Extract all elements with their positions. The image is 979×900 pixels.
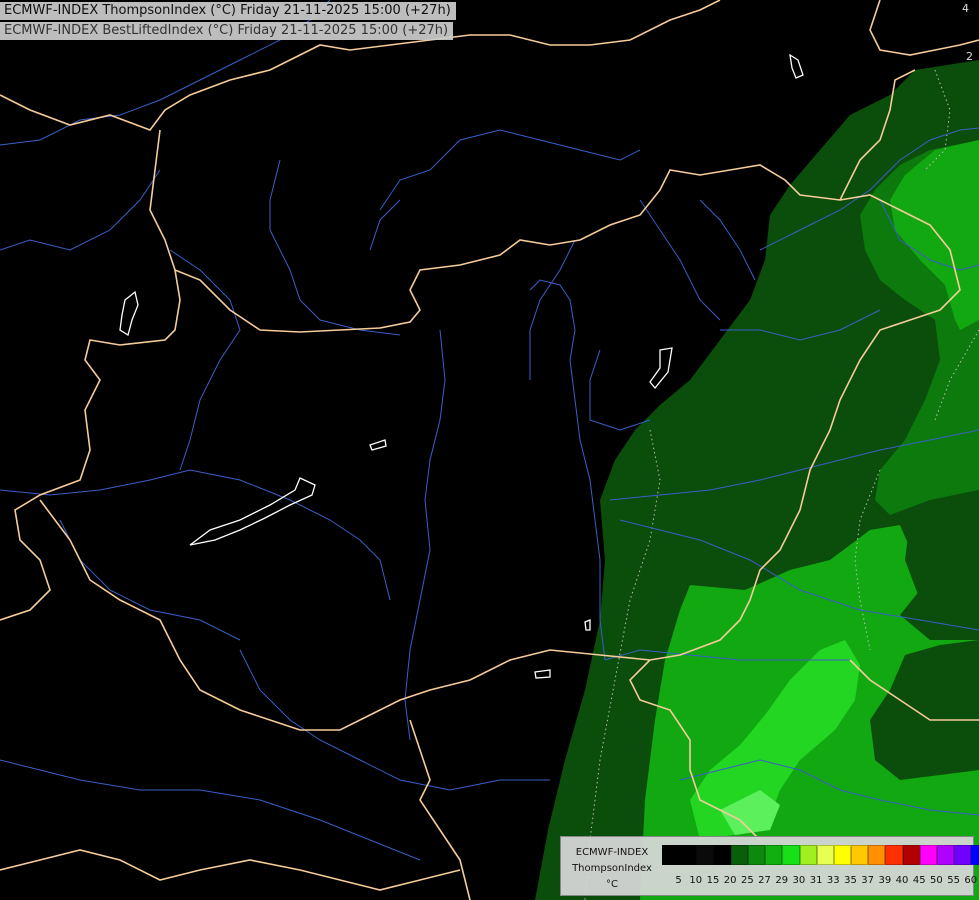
legend-swatch xyxy=(919,845,937,865)
legend-tick-label: 37 xyxy=(861,875,875,886)
legend-tick-label: 10 xyxy=(689,875,703,886)
legend-tick-label: 31 xyxy=(809,875,823,886)
legend-variable-name: ThompsonIndex xyxy=(572,863,652,874)
legend-swatch xyxy=(730,845,748,865)
legend-tick-label: 30 xyxy=(792,875,806,886)
legend-unit: °C xyxy=(606,879,618,890)
legend-swatch xyxy=(868,845,886,865)
legend-tick-label: 5 xyxy=(675,875,682,886)
legend-tick-label: 27 xyxy=(758,875,771,886)
legend-swatch xyxy=(954,845,972,865)
legend-model-name: ECMWF-INDEX xyxy=(575,847,649,858)
weather-map: 4 2 xyxy=(0,0,979,900)
legend-swatch xyxy=(971,845,979,865)
legend-tick-label: 35 xyxy=(844,875,857,886)
legend-swatch xyxy=(885,845,903,865)
legend-swatch xyxy=(765,845,783,865)
legend-swatch xyxy=(851,845,869,865)
legend-tick-label: 20 xyxy=(723,875,737,886)
legend-swatch xyxy=(833,845,852,865)
contour-label-2: 2 xyxy=(966,50,973,63)
legend-swatch xyxy=(902,845,920,865)
legend-swatch xyxy=(799,845,817,865)
legend-tick-label: 15 xyxy=(706,875,720,886)
legend-swatch xyxy=(816,845,834,865)
legend-swatch xyxy=(937,845,955,865)
color-legend: ECMWF-INDEX ThompsonIndex °C 5 10 15 20 25 27… xyxy=(560,836,979,896)
legend-tick-label: 25 xyxy=(740,875,754,886)
legend-tick-label: 33 xyxy=(826,875,840,886)
legend-tick-label: 40 xyxy=(895,875,909,886)
legend-ticks: 5 10 15 20 25 27 29 30 31 33 35 37 39 40 45 50 55 60 xyxy=(662,875,977,886)
map-title-best-lifted-index: ECMWF-INDEX BestLiftedIndex (°C) Friday … xyxy=(0,22,454,40)
map-title-thompson-index: ECMWF-INDEX ThompsonIndex (°C) Friday 21… xyxy=(0,2,456,20)
legend-swatches xyxy=(662,845,979,865)
legend-tick-label: 39 xyxy=(878,875,892,886)
legend-tick-label: 60 xyxy=(964,875,978,886)
legend-swatch xyxy=(747,845,766,865)
legend-tick-label: 55 xyxy=(947,875,960,886)
legend-swatch xyxy=(696,845,714,865)
legend-tick-label: 45 xyxy=(912,875,926,886)
legend-swatch xyxy=(679,845,697,865)
legend-swatch xyxy=(782,845,800,865)
legend-swatch xyxy=(713,845,731,865)
legend-tick-label: 50 xyxy=(930,875,943,886)
contour-label-4: 4 xyxy=(962,2,969,15)
legend-swatch xyxy=(662,845,680,865)
legend-tick-label: 29 xyxy=(775,875,789,886)
